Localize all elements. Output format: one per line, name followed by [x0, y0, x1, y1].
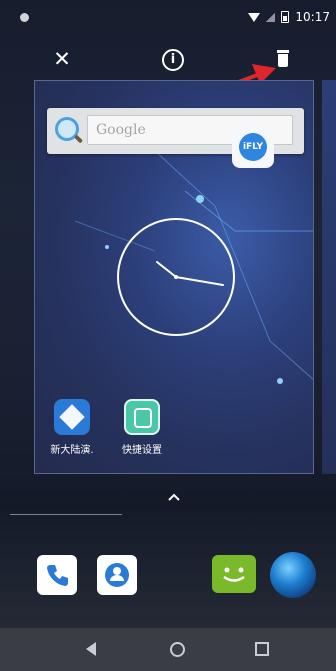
- ifly-logo: iFLY: [239, 133, 267, 161]
- close-icon[interactable]: ✕: [50, 45, 74, 73]
- wifi-icon: [248, 12, 261, 22]
- info-icon[interactable]: i: [162, 49, 184, 71]
- quick-settings-icon: [124, 399, 160, 435]
- recents-icon[interactable]: [255, 642, 269, 656]
- app-diamond-icon: [54, 399, 90, 435]
- navigation-bar: [0, 628, 336, 671]
- analog-clock-widget[interactable]: [115, 216, 237, 338]
- back-icon[interactable]: [86, 642, 96, 656]
- browser-globe-icon[interactable]: [270, 552, 316, 598]
- phone-icon[interactable]: [37, 555, 77, 595]
- divider: [10, 514, 122, 515]
- status-icons: 10:17: [248, 10, 330, 24]
- signal-icon: [266, 12, 276, 22]
- status-time: 10:17: [295, 10, 330, 24]
- home-icon[interactable]: [170, 642, 185, 657]
- search-icon: [55, 117, 79, 141]
- next-recent-card-edge[interactable]: [322, 80, 336, 474]
- recents-action-bar: ✕ i: [0, 45, 336, 75]
- notification-dot-icon: [20, 13, 29, 22]
- battery-icon: [281, 11, 290, 23]
- ifly-app-icon[interactable]: iFLY: [232, 126, 274, 168]
- clock-minute-hand: [175, 276, 224, 286]
- clock-hour-hand: [156, 261, 177, 278]
- chevron-up-icon[interactable]: [162, 490, 186, 504]
- app-shortcut-1[interactable]: 新大陆演.: [43, 399, 101, 456]
- app-shortcut-2[interactable]: 快捷设置: [113, 399, 171, 456]
- search-placeholder: Google: [96, 122, 146, 138]
- messaging-icon[interactable]: [212, 555, 256, 593]
- contacts-icon[interactable]: [97, 555, 137, 595]
- app-label: 快捷设置: [122, 445, 162, 456]
- app-label: 新大陆演.: [50, 445, 94, 456]
- status-bar: 10:17: [0, 0, 336, 24]
